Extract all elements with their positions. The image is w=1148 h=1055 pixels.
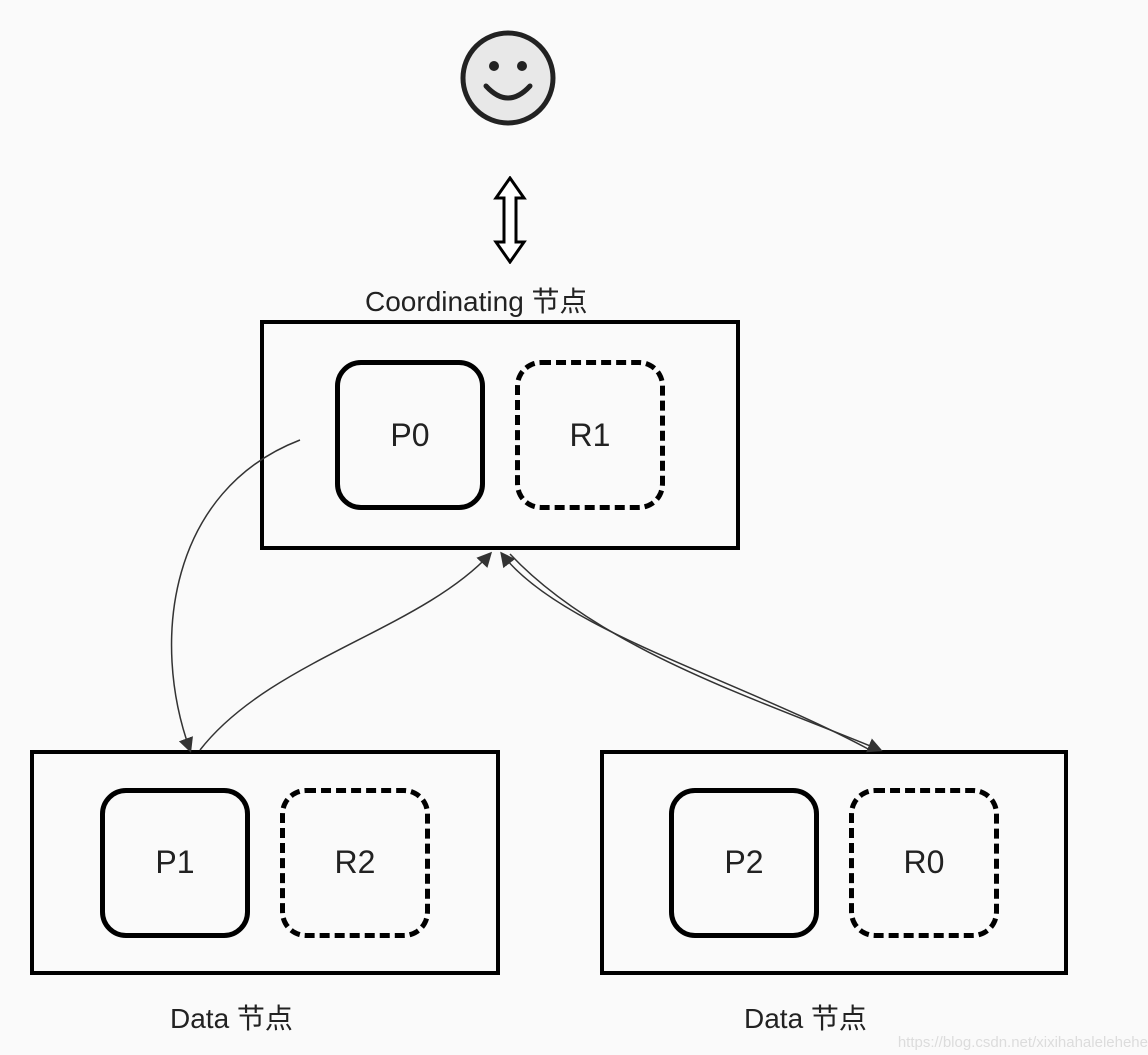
shard-label: P1 <box>155 844 194 881</box>
replica-shard-r0: R0 <box>849 788 999 938</box>
replica-shard-r2: R2 <box>280 788 430 938</box>
shard-label: P2 <box>724 844 763 881</box>
data-node-left-label: Data 节点 <box>170 997 293 1037</box>
data-node-right-label: Data 节点 <box>744 997 867 1037</box>
user-icon <box>458 28 558 128</box>
primary-shard-p2: P2 <box>669 788 819 938</box>
replica-shard-r1: R1 <box>515 360 665 510</box>
primary-shard-p1: P1 <box>100 788 250 938</box>
data-node-left: P1 R2 <box>30 750 500 975</box>
diagram-canvas: Coordinating 节点 P0 R1 P1 R2 P2 R0 Data 节… <box>0 0 1148 1055</box>
shard-label: R2 <box>335 844 376 881</box>
coordinating-label: Coordinating 节点 <box>365 280 588 320</box>
watermark-text: https://blog.csdn.net/xixihahalelehehe <box>898 1034 1148 1051</box>
primary-shard-p0: P0 <box>335 360 485 510</box>
shard-label: P0 <box>390 417 429 454</box>
shard-label: R0 <box>904 844 945 881</box>
data-node-right: P2 R0 <box>600 750 1068 975</box>
shard-label: R1 <box>570 417 611 454</box>
double-arrow-icon <box>490 176 530 264</box>
coordinating-node: P0 R1 <box>260 320 740 550</box>
